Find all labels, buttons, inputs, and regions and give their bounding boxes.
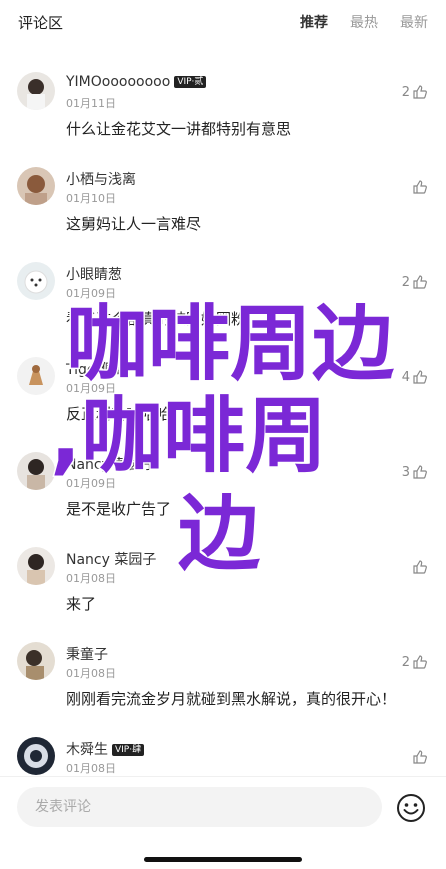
comment-date: 01月09日 xyxy=(66,287,116,300)
avatar[interactable] xyxy=(17,452,55,490)
avatar[interactable] xyxy=(17,167,55,205)
home-indicator xyxy=(144,857,302,862)
like-button[interactable]: 2 xyxy=(402,654,428,670)
page-title: 评论区 xyxy=(18,14,64,32)
comment-date: 01月08日 xyxy=(66,572,116,585)
thumbs-up-icon xyxy=(413,655,427,669)
like-button[interactable] xyxy=(410,179,428,195)
thumbs-up-icon xyxy=(413,370,427,384)
comment-text: 什么让金花艾文一讲都特别有意思 xyxy=(66,120,292,138)
comment-text: 是不是收广告了 xyxy=(66,500,172,518)
thumbs-up-icon xyxy=(413,750,427,764)
thumbs-up-icon xyxy=(413,180,427,194)
comment-text: 反正利哈哈哈哈 xyxy=(66,405,172,423)
avatar[interactable] xyxy=(17,262,55,300)
comment-text: 刚刚看完流金岁月就碰到黑水解说，真的很开心！ xyxy=(66,690,397,708)
avatar[interactable] xyxy=(17,737,55,775)
tab-newest[interactable]: 最新 xyxy=(400,12,428,32)
like-button[interactable]: 3 xyxy=(402,464,428,480)
username[interactable]: 小眼睛葱 xyxy=(66,264,122,284)
avatar[interactable] xyxy=(17,547,55,585)
avatar[interactable] xyxy=(17,72,55,110)
thumbs-up-icon xyxy=(413,85,427,99)
like-count: 4 xyxy=(401,369,410,385)
comment-item: 小眼睛葱 01月09日 看了这个剧真的被陈妮圈粉 2 xyxy=(0,250,446,345)
like-button[interactable]: 2 xyxy=(402,84,428,100)
comment-date: 01月09日 xyxy=(66,382,116,395)
comment-date: 01月09日 xyxy=(66,477,116,490)
comment-text: 看了这个剧真的被陈妮圈粉 xyxy=(66,310,247,328)
like-button[interactable] xyxy=(410,749,428,765)
comment-item: 秉童子 01月08日 刚刚看完流金岁月就碰到黑水解说，真的很开心！ 2 xyxy=(0,630,446,725)
comment-item: Tiger佩奇 01月09日 反正利哈哈哈哈 4 xyxy=(0,345,446,440)
comment-item: YIMOoooooooo VIP·贰 01月11日 什么让金花艾文一讲都特别有意思… xyxy=(0,60,446,155)
avatar[interactable] xyxy=(17,357,55,395)
comment-item: 小栖与浅离 01月10日 这舅妈让人一言难尽 xyxy=(0,155,446,250)
tab-hottest[interactable]: 最热 xyxy=(350,12,378,32)
username[interactable]: 木舜生 VIP·肆 xyxy=(66,739,145,759)
comment-date: 01月08日 xyxy=(66,762,116,775)
username[interactable]: 小栖与浅离 xyxy=(66,169,136,189)
thumbs-up-icon xyxy=(413,275,427,289)
like-count: 3 xyxy=(401,464,410,480)
sort-tabs: 推荐 最热 最新 xyxy=(300,12,428,32)
comment-input[interactable]: 发表评论 xyxy=(17,787,382,827)
emoji-icon[interactable] xyxy=(396,793,426,823)
comment-date: 01月11日 xyxy=(66,97,116,110)
username[interactable]: Nancy 菜园子 xyxy=(66,549,156,569)
vip-badge: VIP·肆 xyxy=(112,744,145,756)
comment-composer: 发表评论 xyxy=(0,776,446,869)
comment-list: YIMOoooooooo VIP·贰 01月11日 什么让金花艾文一讲都特别有意思… xyxy=(0,60,446,820)
like-count: 2 xyxy=(401,274,410,290)
avatar[interactable] xyxy=(17,642,55,680)
thumbs-up-icon xyxy=(413,560,427,574)
comment-item: Nancy 菜园子 01月09日 是不是收广告了 3 xyxy=(0,440,446,535)
thumbs-up-icon xyxy=(413,465,427,479)
comment-item: Nancy 菜园子 01月08日 来了 xyxy=(0,535,446,630)
like-count: 2 xyxy=(401,654,410,670)
like-button[interactable] xyxy=(410,559,428,575)
comment-date: 01月10日 xyxy=(66,192,116,205)
username[interactable]: Tiger佩奇 xyxy=(66,359,129,379)
username[interactable]: YIMOoooooooo VIP·贰 xyxy=(66,74,207,90)
header: 评论区 推荐 最热 最新 xyxy=(0,0,446,44)
like-count: 2 xyxy=(401,84,410,100)
comment-text: 来了 xyxy=(66,595,97,613)
comment-date: 01月08日 xyxy=(66,667,116,680)
like-button[interactable]: 2 xyxy=(402,274,428,290)
username[interactable]: Nancy 菜园子 xyxy=(66,454,156,474)
vip-badge: VIP·贰 xyxy=(174,76,207,88)
tab-recommended[interactable]: 推荐 xyxy=(300,12,328,32)
username[interactable]: 秉童子 xyxy=(66,644,108,664)
like-button[interactable]: 4 xyxy=(402,369,428,385)
comment-text: 这舅妈让人一言难尽 xyxy=(66,215,202,233)
